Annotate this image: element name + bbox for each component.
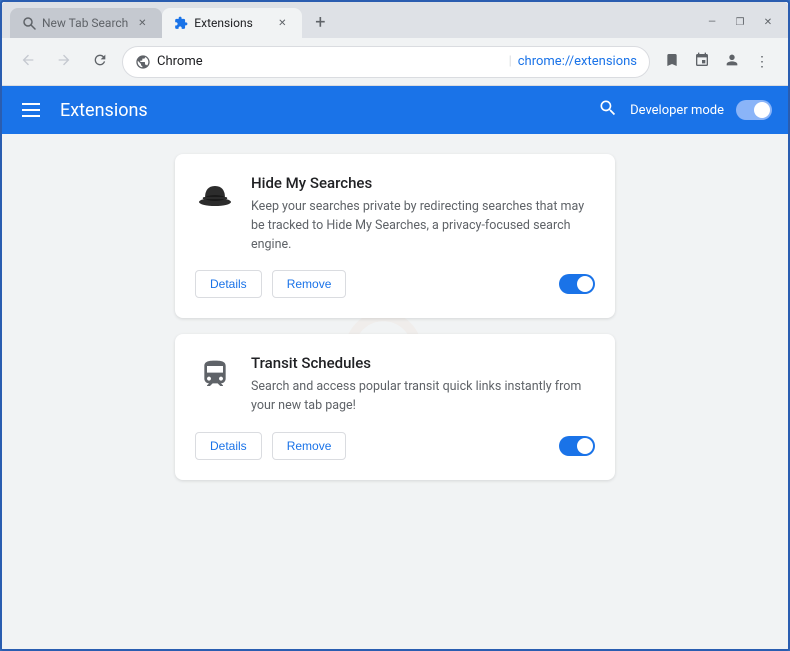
hamburger-menu[interactable] bbox=[18, 99, 44, 121]
toolbar-icons: ⋮ bbox=[658, 48, 776, 76]
tab-1-close[interactable]: ✕ bbox=[134, 15, 150, 31]
browser-window: New Tab Search ✕ Extensions ✕ + — bbox=[0, 0, 790, 651]
details-button-2[interactable]: Details bbox=[195, 432, 262, 460]
ext-toggle-1[interactable] bbox=[559, 274, 595, 294]
hamburger-line-3 bbox=[22, 115, 40, 117]
remove-button-1[interactable]: Remove bbox=[272, 270, 347, 298]
account-icon bbox=[724, 52, 740, 72]
extensions-title: Extensions bbox=[60, 100, 148, 121]
extensions-header: Extensions Developer mode bbox=[2, 86, 788, 134]
profile-button[interactable] bbox=[718, 48, 746, 76]
ext-card-bottom-1: Details Remove bbox=[195, 270, 595, 298]
close-button[interactable]: ✕ bbox=[756, 12, 780, 32]
details-button-1[interactable]: Details bbox=[195, 270, 262, 298]
window-controls: — ❐ ✕ bbox=[700, 12, 788, 32]
reload-button[interactable] bbox=[86, 48, 114, 76]
tab-new-tab-search[interactable]: New Tab Search ✕ bbox=[10, 8, 162, 38]
reload-icon bbox=[92, 52, 108, 72]
tab-extensions[interactable]: Extensions ✕ bbox=[162, 8, 302, 38]
new-tab-button[interactable]: + bbox=[306, 8, 334, 36]
new-tab-icon: + bbox=[315, 12, 325, 33]
maximize-icon: ❐ bbox=[736, 17, 745, 28]
minimize-icon: — bbox=[708, 17, 716, 28]
ext-desc-1: Keep your searches private by redirectin… bbox=[251, 198, 595, 254]
forward-button[interactable] bbox=[50, 48, 78, 76]
browser-toolbar: Chrome | chrome://extensions ⋮ bbox=[2, 38, 788, 86]
ext-name-2: Transit Schedules bbox=[251, 354, 595, 372]
minimize-button[interactable]: — bbox=[700, 12, 724, 32]
menu-button[interactable]: ⋮ bbox=[748, 48, 776, 76]
save-to-drive-button[interactable] bbox=[688, 48, 716, 76]
ext-icon-hide-my-searches bbox=[195, 174, 235, 214]
maximize-button[interactable]: ❐ bbox=[728, 12, 752, 32]
ext-toggle-knob-2 bbox=[577, 438, 593, 454]
hamburger-line-1 bbox=[22, 103, 40, 105]
main-content: risk.com Hide My Searches Keep your sear… bbox=[2, 134, 788, 649]
search-tab-icon bbox=[22, 16, 36, 30]
tab-1-title: New Tab Search bbox=[42, 16, 128, 30]
ext-info-1: Hide My Searches Keep your searches priv… bbox=[251, 174, 595, 254]
forward-icon bbox=[56, 52, 72, 72]
ext-name-1: Hide My Searches bbox=[251, 174, 595, 192]
developer-mode-label: Developer mode bbox=[630, 103, 724, 118]
extensions-header-right: Developer mode bbox=[598, 98, 772, 123]
tabs-area: New Tab Search ✕ Extensions ✕ + bbox=[2, 8, 700, 38]
bookmark-button[interactable] bbox=[658, 48, 686, 76]
close-icon: ✕ bbox=[764, 17, 772, 28]
hamburger-line-2 bbox=[22, 109, 40, 111]
ext-toggle-2[interactable] bbox=[559, 436, 595, 456]
title-bar: New Tab Search ✕ Extensions ✕ + — bbox=[2, 2, 788, 38]
ext-card-top-2: Transit Schedules Search and access popu… bbox=[195, 354, 595, 416]
address-url: chrome://extensions bbox=[518, 54, 637, 69]
ext-info-2: Transit Schedules Search and access popu… bbox=[251, 354, 595, 416]
remove-button-2[interactable]: Remove bbox=[272, 432, 347, 460]
developer-mode-toggle[interactable] bbox=[736, 100, 772, 120]
address-separator: | bbox=[509, 54, 512, 69]
ext-icon-transit-schedules bbox=[195, 354, 235, 394]
extensions-search-icon[interactable] bbox=[598, 98, 618, 123]
back-button[interactable] bbox=[14, 48, 42, 76]
ext-card-top-1: Hide My Searches Keep your searches priv… bbox=[195, 174, 595, 254]
extension-card-hide-my-searches: Hide My Searches Keep your searches priv… bbox=[175, 154, 615, 318]
tab-2-close[interactable]: ✕ bbox=[274, 15, 290, 31]
address-chrome-label: Chrome bbox=[157, 54, 503, 69]
extension-card-transit-schedules: Transit Schedules Search and access popu… bbox=[175, 334, 615, 480]
back-icon bbox=[20, 52, 36, 72]
puzzle-tab-icon bbox=[174, 16, 188, 30]
address-bar[interactable]: Chrome | chrome://extensions bbox=[122, 46, 650, 78]
tab-2-title: Extensions bbox=[194, 16, 268, 30]
menu-dots-icon: ⋮ bbox=[755, 54, 769, 70]
ext-toggle-knob-1 bbox=[577, 276, 593, 292]
ext-desc-2: Search and access popular transit quick … bbox=[251, 378, 595, 416]
bookmark-icon bbox=[664, 52, 680, 72]
save-icon bbox=[694, 52, 710, 72]
ext-card-bottom-2: Details Remove bbox=[195, 432, 595, 460]
globe-icon bbox=[135, 54, 151, 70]
toggle-knob bbox=[754, 102, 770, 118]
